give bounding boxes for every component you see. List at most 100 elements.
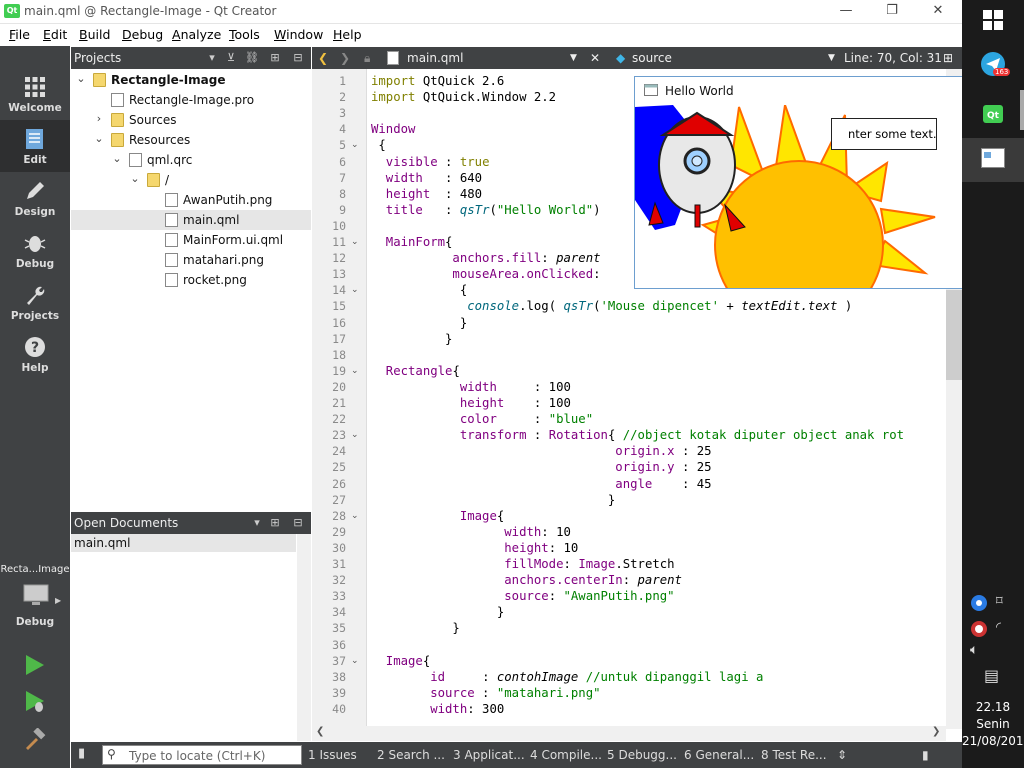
menu-tools[interactable]: Tools — [229, 27, 260, 42]
open-documents-scrollbar[interactable] — [297, 534, 311, 741]
chevron-right-icon[interactable]: › — [93, 112, 105, 125]
wifi-icon[interactable]: ◜ — [996, 620, 1001, 635]
clock-date[interactable]: 21/08/2017 — [962, 734, 1024, 748]
debug-run-button[interactable] — [24, 690, 46, 714]
scroll-left-icon[interactable]: ❮ — [316, 726, 324, 737]
run-button[interactable] — [24, 654, 46, 676]
volume-icon[interactable]: 🔈︎ — [970, 642, 978, 658]
tree-item[interactable]: AwanPutih.png — [71, 190, 311, 210]
file-dropdown-icon[interactable]: ▼ — [570, 53, 577, 63]
more-panes-icon[interactable]: ⇕ — [837, 748, 847, 762]
toggle-sidebar-icon[interactable]: ▮ — [78, 746, 85, 761]
output-pane-test-results[interactable]: 8 Test Re... — [761, 748, 827, 762]
output-pane-issues[interactable]: 1 Issues — [308, 748, 357, 762]
close-file-icon[interactable]: ✕ — [590, 51, 600, 65]
mode-debug[interactable]: Debug — [0, 224, 70, 276]
fold-marker-icon[interactable]: ⌄ — [351, 656, 359, 666]
menu-file[interactable]: File — [9, 27, 30, 42]
forward-arrow-icon[interactable]: ❯ — [340, 51, 350, 65]
chevron-down-icon[interactable]: ▾ — [249, 515, 265, 531]
tree-item[interactable]: ⌄ qml.qrc — [71, 150, 311, 170]
split-icon[interactable]: ⊞ — [267, 50, 283, 66]
mode-help[interactable]: ? Help — [0, 328, 70, 380]
editor-horizontal-scrollbar[interactable]: ❮ ❯ — [312, 726, 946, 741]
current-symbol-label[interactable]: source — [632, 51, 672, 65]
back-arrow-icon[interactable]: ❮ — [318, 51, 328, 65]
output-pane-compile[interactable]: 4 Compile... — [530, 748, 602, 762]
menu-help[interactable]: Help — [333, 27, 362, 42]
build-hammer-button[interactable] — [24, 728, 46, 750]
filter-icon[interactable]: ⊻ — [223, 50, 239, 66]
line-number: 7 — [339, 170, 346, 185]
editor-scroll-thumb[interactable] — [946, 290, 962, 380]
open-document-item[interactable]: main.qml — [71, 534, 296, 552]
split-editor-icon[interactable]: ⊞ — [943, 51, 953, 65]
menu-edit[interactable]: Edit — [43, 27, 67, 42]
menu-analyze[interactable]: Analyze — [172, 27, 221, 42]
tree-item[interactable]: matahari.png — [71, 250, 311, 270]
symbol-dropdown-icon[interactable]: ▼ — [828, 53, 835, 63]
close-button[interactable]: ✕ — [915, 0, 961, 24]
locator-field[interactable]: ⚲ Type to locate (Ctrl+K) — [102, 745, 302, 765]
close-pane-icon[interactable]: ⊟ — [290, 515, 306, 531]
output-pane-general[interactable]: 6 General... — [684, 748, 754, 762]
current-file-label[interactable]: main.qml — [407, 51, 463, 65]
line-number: 2 — [339, 90, 346, 105]
hello-world-app-window[interactable]: Hello World nter some text... — [634, 76, 964, 289]
cursor-position[interactable]: Line: 70, Col: 31 — [844, 51, 942, 65]
fold-marker-icon[interactable]: ⌄ — [351, 511, 359, 521]
output-pane-application[interactable]: 3 Applicat... — [453, 748, 525, 762]
clock-day[interactable]: Senin — [962, 717, 1024, 731]
menu-build[interactable]: Build — [79, 27, 110, 42]
menu-debug[interactable]: Debug — [122, 27, 163, 42]
output-pane-debugger[interactable]: 5 Debugg... — [607, 748, 677, 762]
chevron-down-icon[interactable]: ⌄ — [75, 72, 87, 85]
line-number: 18 — [332, 347, 346, 362]
fold-marker-icon[interactable]: ⌄ — [351, 237, 359, 247]
output-pane-search[interactable]: 2 Search ... — [377, 748, 445, 762]
scroll-right-icon[interactable]: ❯ — [932, 726, 940, 737]
windows-start-icon[interactable] — [983, 10, 1003, 30]
fold-marker-icon[interactable]: ⌄ — [351, 430, 359, 440]
chevron-down-icon[interactable]: ▾ — [204, 50, 220, 66]
show-output-icon[interactable]: ▮ — [922, 748, 929, 762]
tree-item[interactable]: ⌄ Rectangle-Image — [71, 70, 311, 90]
tree-item[interactable]: ⌄ / — [71, 170, 311, 190]
telegram-taskbar-button[interactable]: 163 — [979, 50, 1011, 78]
mode-edit[interactable]: Edit — [0, 120, 70, 172]
antivirus-tray-icon[interactable] — [970, 620, 988, 638]
mode-design[interactable]: Design — [0, 172, 70, 224]
tree-item[interactable]: Rectangle-Image.pro — [71, 90, 311, 110]
minimize-button[interactable]: — — [823, 0, 869, 24]
qt-creator-taskbar-button[interactable]: Qt — [979, 100, 1007, 128]
mode-welcome[interactable]: Welcome — [0, 68, 70, 120]
chevron-down-icon[interactable]: ⌄ — [129, 172, 141, 185]
tree-item[interactable]: ⌄ Resources — [71, 130, 311, 150]
fold-marker-icon[interactable]: ⌄ — [351, 140, 359, 150]
clock-time[interactable]: 22.18 — [962, 700, 1024, 714]
app-canvas[interactable]: nter some text... — [635, 105, 963, 288]
tree-item[interactable]: › Sources — [71, 110, 311, 130]
tree-item[interactable]: MainForm.ui.qml — [71, 230, 311, 250]
fold-marker-icon[interactable]: ⌄ — [351, 285, 359, 295]
mode-projects[interactable]: Projects — [0, 276, 70, 328]
usb-icon[interactable]: ⌑ — [996, 594, 1003, 609]
chevron-down-icon[interactable]: ⌄ — [111, 152, 123, 165]
code-line: width: 300 — [371, 701, 505, 716]
menu-window[interactable]: Window — [274, 27, 323, 42]
kit-selector[interactable]: Recta...Image ▶ Debug — [0, 560, 70, 632]
maximize-button[interactable]: ❐ — [869, 0, 915, 24]
projects-pane-title[interactable]: Projects — [74, 51, 121, 65]
text-input[interactable]: nter some text... — [831, 118, 937, 150]
tree-item[interactable]: main.qml — [71, 210, 311, 230]
split-icon[interactable]: ⊞ — [267, 515, 283, 531]
chrome-tray-icon[interactable] — [970, 594, 988, 612]
link-icon[interactable]: ⛓ — [244, 50, 260, 66]
action-center-icon[interactable]: ▤ — [984, 666, 999, 685]
project-tree: ⌄ Rectangle-Image Rectangle-Image.pro › Sour… — [71, 69, 311, 512]
running-app-taskbar-button[interactable] — [962, 138, 1024, 182]
close-pane-icon[interactable]: ⊟ — [290, 50, 306, 66]
chevron-down-icon[interactable]: ⌄ — [93, 132, 105, 145]
tree-item[interactable]: rocket.png — [71, 270, 311, 290]
fold-marker-icon[interactable]: ⌄ — [351, 366, 359, 376]
